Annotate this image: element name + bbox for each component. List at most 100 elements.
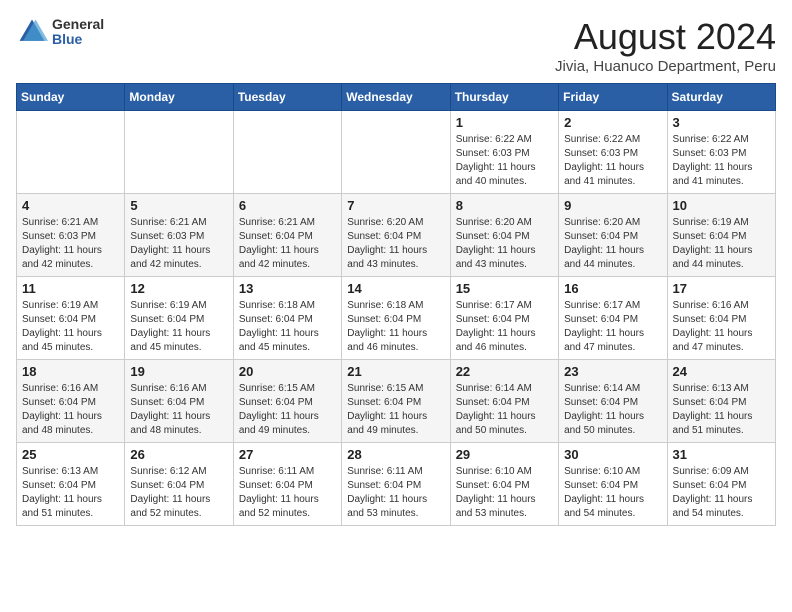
header-day-saturday: Saturday (667, 84, 775, 111)
calendar-cell: 14Sunrise: 6:18 AM Sunset: 6:04 PM Dayli… (342, 277, 450, 360)
calendar-cell: 31Sunrise: 6:09 AM Sunset: 6:04 PM Dayli… (667, 443, 775, 526)
week-row-3: 11 Sunrise: 6:19 AM Sunset: 6:04 PM Dayli… (17, 277, 776, 360)
day-number: 25 (22, 447, 119, 462)
day-number: 24 (673, 364, 770, 379)
day-number: 11 (22, 281, 119, 296)
calendar-cell: 20 Sunrise: 6:15 AM Sunset: 6:04 PM Dayli… (233, 360, 341, 443)
day-info: Sunrise: 6:21 AM Sunset: 6:03 PM Dayligh… (130, 216, 227, 272)
day-number: 8 (456, 198, 553, 213)
logo-text: General Blue (52, 17, 104, 48)
calendar-cell: 24 Sunrise: 6:13 AM Sunset: 6:04 PM Dayli… (667, 360, 775, 443)
day-number: 6 (239, 198, 336, 213)
day-info: Sunrise: 6:16 AM Sunset: 6:04 PM Dayligh… (22, 382, 119, 438)
day-info: Sunrise: 6:11 AM Sunset: 6:04 PM Dayligh… (347, 465, 444, 521)
calendar-cell: 15 Sunrise: 6:17 AM Sunset: 6:04 PM Dayli… (450, 277, 558, 360)
day-number: 27 (239, 447, 336, 462)
day-info: Sunrise: 6:15 AM Sunset: 6:04 PM Dayligh… (347, 382, 444, 438)
day-info: Sunrise: 6:19 AM Sunset: 6:04 PM Dayligh… (673, 216, 770, 272)
header-day-sunday: Sunday (17, 84, 125, 111)
day-number: 7 (347, 198, 444, 213)
day-info: Sunrise: 6:15 AM Sunset: 6:04 PM Dayligh… (239, 382, 336, 438)
day-info: Sunrise: 6:16 AM Sunset: 6:04 PM Dayligh… (673, 299, 770, 355)
header-row: SundayMondayTuesdayWednesdayThursdayFrid… (17, 84, 776, 111)
day-info: Sunrise: 6:13 AM Sunset: 6:04 PM Dayligh… (673, 382, 770, 438)
day-info: Sunrise: 6:20 AM Sunset: 6:04 PM Dayligh… (347, 216, 444, 272)
calendar-cell: 10 Sunrise: 6:19 AM Sunset: 6:04 PM Dayli… (667, 194, 775, 277)
calendar-cell: 26Sunrise: 6:12 AM Sunset: 6:04 PM Dayli… (125, 443, 233, 526)
calendar-cell: 28 Sunrise: 6:11 AM Sunset: 6:04 PM Dayli… (342, 443, 450, 526)
day-info: Sunrise: 6:14 AM Sunset: 6:04 PM Dayligh… (564, 382, 661, 438)
logo: General Blue (16, 16, 104, 48)
day-info: Sunrise: 6:20 AM Sunset: 6:04 PM Dayligh… (564, 216, 661, 272)
day-info: Sunrise: 6:10 AM Sunset: 6:04 PM Dayligh… (456, 465, 553, 521)
calendar-cell: 18 Sunrise: 6:16 AM Sunset: 6:04 PM Dayli… (17, 360, 125, 443)
day-info: Sunrise: 6:17 AM Sunset: 6:04 PM Dayligh… (456, 299, 553, 355)
logo-icon (16, 16, 48, 48)
day-info: Sunrise: 6:10 AM Sunset: 6:04 PM Dayligh… (564, 465, 661, 521)
header-day-friday: Friday (559, 84, 667, 111)
calendar-cell: 29 Sunrise: 6:10 AM Sunset: 6:04 PM Dayli… (450, 443, 558, 526)
calendar-cell (233, 111, 341, 194)
header-day-monday: Monday (125, 84, 233, 111)
day-number: 30 (564, 447, 661, 462)
day-number: 1 (456, 115, 553, 130)
week-row-2: 4 Sunrise: 6:21 AM Sunset: 6:03 PM Daylig… (17, 194, 776, 277)
calendar-cell: 13 Sunrise: 6:18 AM Sunset: 6:04 PM Dayli… (233, 277, 341, 360)
day-info: Sunrise: 6:18 AM Sunset: 6:04 PM Dayligh… (239, 299, 336, 355)
calendar-cell: 17 Sunrise: 6:16 AM Sunset: 6:04 PM Dayli… (667, 277, 775, 360)
day-number: 15 (456, 281, 553, 296)
week-row-4: 18 Sunrise: 6:16 AM Sunset: 6:04 PM Dayli… (17, 360, 776, 443)
calendar-cell (17, 111, 125, 194)
page-header: General Blue August 2024 Jivia, Huanuco … (16, 16, 776, 75)
month-title: August 2024 (555, 16, 776, 58)
header-day-wednesday: Wednesday (342, 84, 450, 111)
calendar-cell: 4Sunrise: 6:21 AM Sunset: 6:03 PM Daylig… (17, 194, 125, 277)
calendar-cell (125, 111, 233, 194)
day-info: Sunrise: 6:16 AM Sunset: 6:04 PM Dayligh… (130, 382, 227, 438)
day-number: 3 (673, 115, 770, 130)
calendar-cell: 25 Sunrise: 6:13 AM Sunset: 6:04 PM Dayli… (17, 443, 125, 526)
header-day-tuesday: Tuesday (233, 84, 341, 111)
day-info: Sunrise: 6:13 AM Sunset: 6:04 PM Dayligh… (22, 465, 119, 521)
calendar-cell: 8Sunrise: 6:20 AM Sunset: 6:04 PM Daylig… (450, 194, 558, 277)
day-info: Sunrise: 6:22 AM Sunset: 6:03 PM Dayligh… (564, 133, 661, 189)
day-info: Sunrise: 6:19 AM Sunset: 6:04 PM Dayligh… (130, 299, 227, 355)
day-info: Sunrise: 6:18 AM Sunset: 6:04 PM Dayligh… (347, 299, 444, 355)
day-number: 12 (130, 281, 227, 296)
day-number: 9 (564, 198, 661, 213)
calendar-cell: 19 Sunrise: 6:16 AM Sunset: 6:04 PM Dayli… (125, 360, 233, 443)
header-day-thursday: Thursday (450, 84, 558, 111)
day-number: 19 (130, 364, 227, 379)
day-number: 10 (673, 198, 770, 213)
calendar-cell: 22Sunrise: 6:14 AM Sunset: 6:04 PM Dayli… (450, 360, 558, 443)
calendar-cell: 7 Sunrise: 6:20 AM Sunset: 6:04 PM Daylig… (342, 194, 450, 277)
day-number: 16 (564, 281, 661, 296)
title-block: August 2024 Jivia, Huanuco Department, P… (555, 16, 776, 75)
day-number: 31 (673, 447, 770, 462)
day-info: Sunrise: 6:19 AM Sunset: 6:04 PM Dayligh… (22, 299, 119, 355)
week-row-5: 25 Sunrise: 6:13 AM Sunset: 6:04 PM Dayli… (17, 443, 776, 526)
calendar-cell: 11 Sunrise: 6:19 AM Sunset: 6:04 PM Dayli… (17, 277, 125, 360)
day-number: 2 (564, 115, 661, 130)
day-number: 22 (456, 364, 553, 379)
calendar-cell: 1 Sunrise: 6:22 AM Sunset: 6:03 PM Daylig… (450, 111, 558, 194)
calendar-cell: 23Sunrise: 6:14 AM Sunset: 6:04 PM Dayli… (559, 360, 667, 443)
day-number: 29 (456, 447, 553, 462)
day-number: 18 (22, 364, 119, 379)
calendar-cell: 16 Sunrise: 6:17 AM Sunset: 6:04 PM Dayli… (559, 277, 667, 360)
day-number: 4 (22, 198, 119, 213)
day-info: Sunrise: 6:17 AM Sunset: 6:04 PM Dayligh… (564, 299, 661, 355)
day-number: 13 (239, 281, 336, 296)
day-number: 17 (673, 281, 770, 296)
day-info: Sunrise: 6:22 AM Sunset: 6:03 PM Dayligh… (456, 133, 553, 189)
location-subtitle: Jivia, Huanuco Department, Peru (555, 58, 776, 75)
week-row-1: 1 Sunrise: 6:22 AM Sunset: 6:03 PM Daylig… (17, 111, 776, 194)
day-number: 28 (347, 447, 444, 462)
calendar-cell: 9 Sunrise: 6:20 AM Sunset: 6:04 PM Daylig… (559, 194, 667, 277)
day-info: Sunrise: 6:22 AM Sunset: 6:03 PM Dayligh… (673, 133, 770, 189)
day-info: Sunrise: 6:21 AM Sunset: 6:04 PM Dayligh… (239, 216, 336, 272)
calendar-cell: 30 Sunrise: 6:10 AM Sunset: 6:04 PM Dayli… (559, 443, 667, 526)
calendar-cell: 5Sunrise: 6:21 AM Sunset: 6:03 PM Daylig… (125, 194, 233, 277)
calendar-cell (342, 111, 450, 194)
day-number: 20 (239, 364, 336, 379)
